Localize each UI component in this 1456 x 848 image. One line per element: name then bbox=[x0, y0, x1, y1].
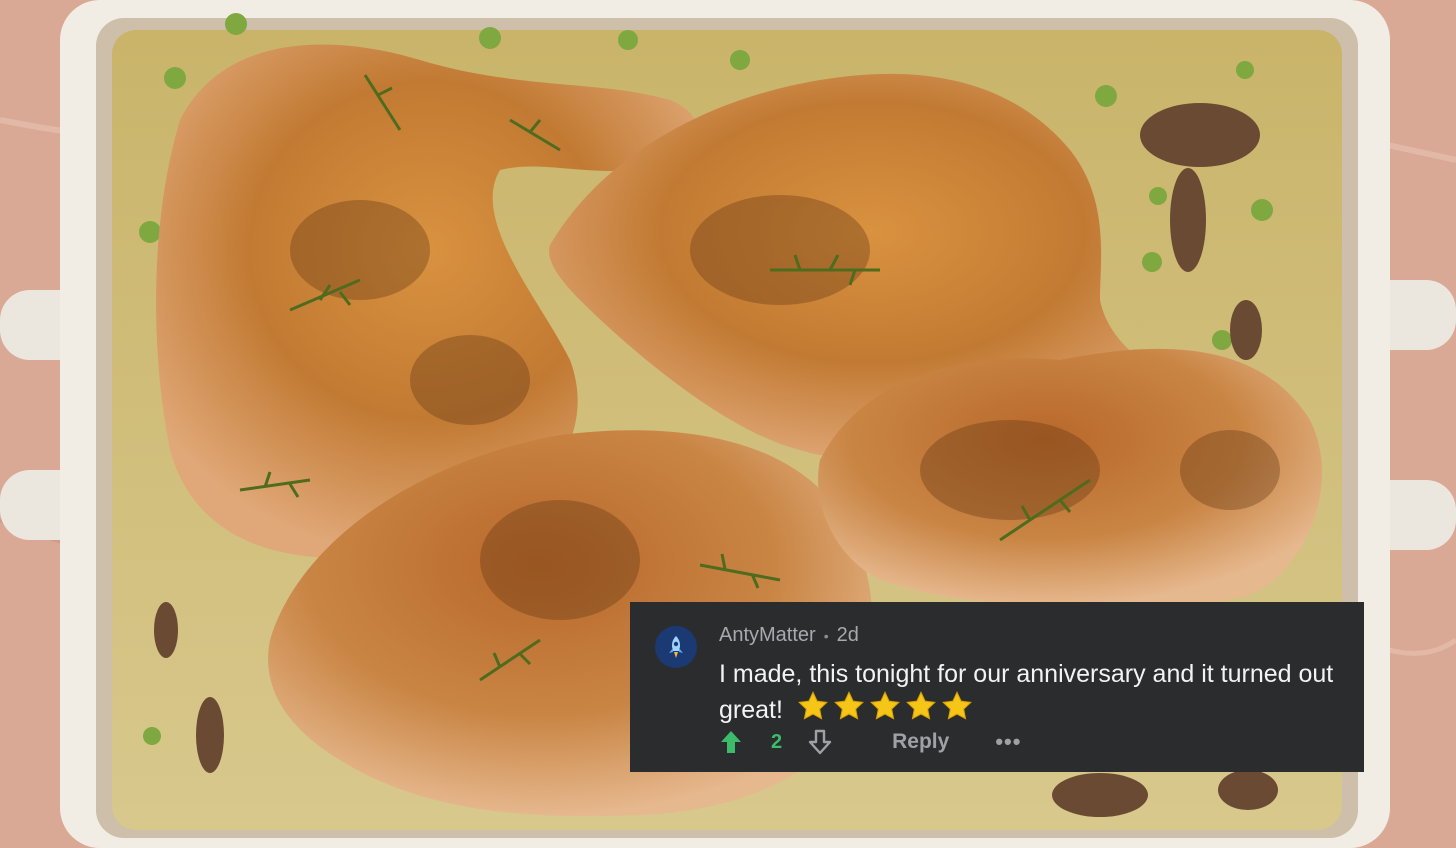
star-rating bbox=[796, 690, 974, 722]
avatar[interactable] bbox=[655, 626, 697, 668]
comment-body: I made, this tonight for our anniversary… bbox=[719, 659, 1349, 726]
comment-actions: 2 Reply ••• bbox=[719, 726, 1021, 758]
more-options-button[interactable]: ••• bbox=[995, 729, 1021, 755]
star-icon bbox=[905, 691, 936, 720]
comment-meta: AntyMatter • 2d bbox=[719, 624, 859, 647]
arrow-down-icon[interactable] bbox=[808, 729, 832, 755]
star-icon bbox=[869, 691, 900, 720]
star-icon bbox=[797, 691, 828, 720]
vote-count: 2 bbox=[771, 730, 783, 753]
arrow-up-icon[interactable] bbox=[719, 729, 743, 755]
reply-button[interactable]: Reply bbox=[892, 730, 949, 754]
comment-age: 2d bbox=[836, 624, 859, 646]
username[interactable]: AntyMatter bbox=[719, 624, 816, 647]
comment-card: AntyMatter • 2d I made, this tonight for… bbox=[630, 602, 1364, 772]
star-icon bbox=[941, 691, 972, 720]
star-icon bbox=[833, 691, 864, 720]
rocket-icon bbox=[669, 636, 683, 658]
meta-separator: • bbox=[823, 627, 829, 644]
